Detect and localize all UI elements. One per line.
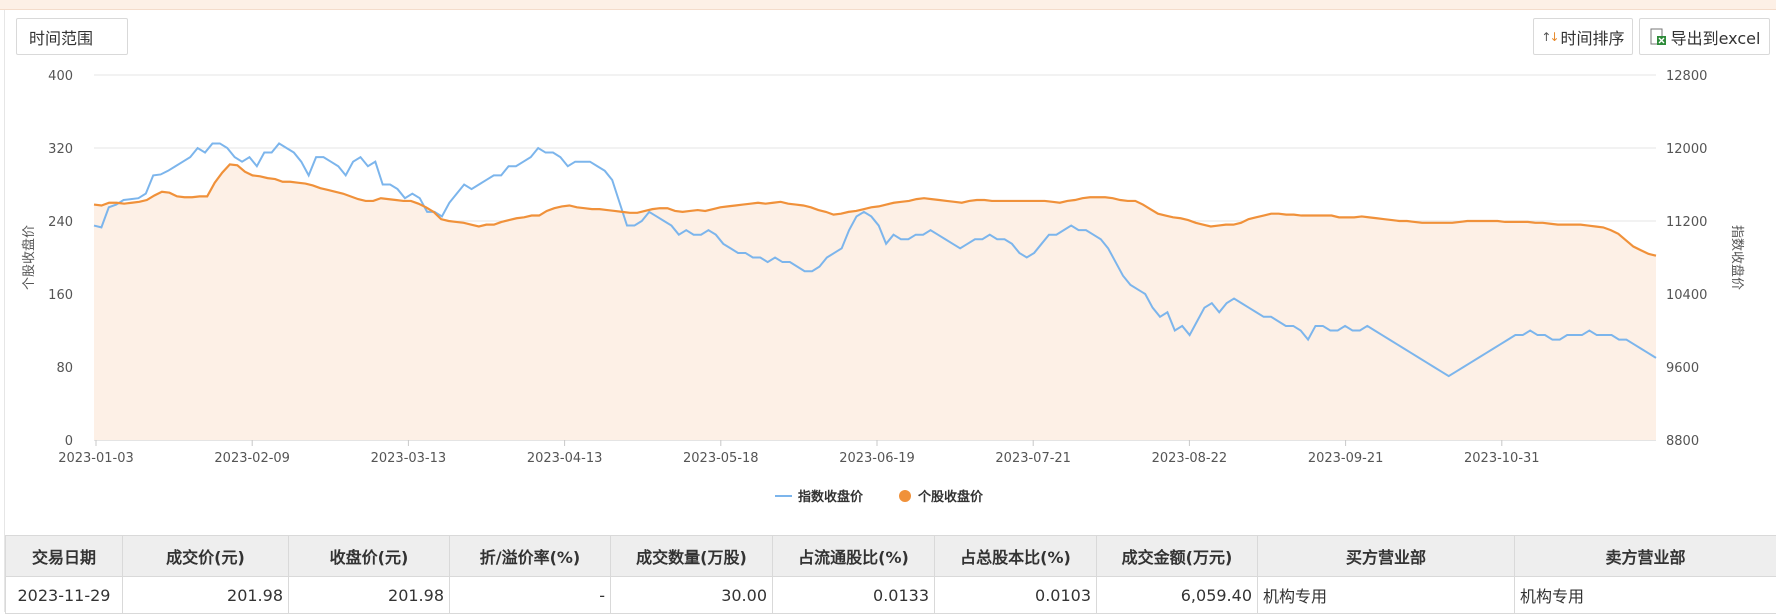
table-header-row: 交易日期 成交价(元) 收盘价(元) 折/溢价率(%) 成交数量(万股) 占流通… [6, 536, 1776, 577]
x-axis-ticks: 2023-01-03 2023-02-09 2023-03-13 2023-04-13… [58, 440, 1539, 466]
cell-seller: 机构专用 [1515, 577, 1776, 614]
left-tick-label: 240 [48, 215, 73, 230]
legend-item-stock[interactable]: 个股收盘价 [899, 489, 984, 505]
x-tick-label: 2023-04-13 [527, 451, 603, 466]
right-tick-label: 8800 [1666, 434, 1699, 449]
right-tick-label: 10400 [1666, 288, 1707, 303]
col-header-buyer[interactable]: 买方营业部 [1258, 536, 1515, 577]
col-header-amount[interactable]: 成交金额(万元) [1097, 536, 1258, 577]
left-tick-label: 80 [56, 361, 73, 376]
x-tick-label: 2023-01-03 [58, 451, 134, 466]
x-tick-label: 2023-05-18 [683, 451, 759, 466]
col-header-volume[interactable]: 成交数量(万股) [611, 536, 773, 577]
left-tick-label: 0 [65, 434, 73, 449]
cell-premium-rate: - [450, 577, 611, 614]
x-tick-label: 2023-09-21 [1308, 451, 1384, 466]
cell-volume: 30.00 [611, 577, 773, 614]
cell-deal-price: 201.98 [123, 577, 289, 614]
legend-label-stock: 个股收盘价 [917, 489, 984, 505]
col-header-seller[interactable]: 卖方营业部 [1515, 536, 1776, 577]
col-header-total-ratio[interactable]: 占总股本比(%) [935, 536, 1097, 577]
x-tick-label: 2023-10-31 [1464, 451, 1540, 466]
right-tick-label: 11200 [1666, 215, 1707, 230]
cell-total-ratio: 0.0103 [935, 577, 1097, 614]
col-header-premium-rate[interactable]: 折/溢价率(%) [450, 536, 611, 577]
left-axis-title: 个股收盘价 [21, 225, 37, 290]
chart-legend: 指数收盘价 个股收盘价 [775, 489, 984, 505]
block-trade-table: 交易日期 成交价(元) 收盘价(元) 折/溢价率(%) 成交数量(万股) 占流通… [5, 535, 1776, 614]
col-header-close-price[interactable]: 收盘价(元) [289, 536, 450, 577]
cell-float-ratio: 0.0133 [773, 577, 935, 614]
cell-buyer: 机构专用 [1258, 577, 1515, 614]
time-range-label: 时间范围 [29, 25, 93, 49]
x-tick-label: 2023-07-21 [995, 451, 1071, 466]
legend-item-index[interactable]: 指数收盘价 [775, 489, 864, 505]
right-tick-label: 12800 [1666, 69, 1707, 84]
table-row: 2023-11-29 201.98 201.98 - 30.00 0.0133 … [6, 577, 1776, 614]
x-tick-label: 2023-03-13 [371, 451, 447, 466]
export-label: 导出到excel [1671, 25, 1761, 49]
col-header-date[interactable]: 交易日期 [6, 536, 123, 577]
x-tick-label: 2023-02-09 [214, 451, 290, 466]
right-tick-label: 9600 [1666, 361, 1699, 376]
left-axis-ticks: 0 80 160 240 320 400 [48, 69, 73, 449]
col-header-deal-price[interactable]: 成交价(元) [123, 536, 289, 577]
time-sort-label: 时间排序 [1561, 25, 1625, 49]
price-chart: 0 80 160 240 320 400 8800 9600 10400 11200 12000 1… [0, 62, 1776, 530]
x-tick-label: 2023-08-22 [1152, 451, 1228, 466]
legend-label-index: 指数收盘价 [798, 489, 864, 505]
x-tick-label: 2023-06-19 [839, 451, 915, 466]
right-axis-ticks: 8800 9600 10400 11200 12000 12800 [1666, 69, 1707, 449]
cell-amount: 6,059.40 [1097, 577, 1258, 614]
left-tick-label: 320 [48, 142, 73, 157]
left-tick-label: 160 [48, 288, 73, 303]
excel-file-icon [1649, 28, 1667, 46]
sort-arrows-icon: ↑↓ [1541, 30, 1557, 44]
col-header-float-ratio[interactable]: 占流通股比(%) [773, 536, 935, 577]
export-excel-button[interactable]: 导出到excel [1639, 18, 1770, 55]
top-accent-strip [0, 0, 1776, 10]
right-tick-label: 12000 [1666, 142, 1707, 157]
time-sort-button[interactable]: ↑↓ 时间排序 [1533, 18, 1633, 55]
cell-close-price: 201.98 [289, 577, 450, 614]
time-range-button[interactable]: 时间范围 [16, 18, 128, 55]
left-tick-label: 400 [48, 69, 73, 84]
right-axis-title: 指数收盘价 [1729, 225, 1745, 290]
cell-date: 2023-11-29 [6, 577, 123, 614]
